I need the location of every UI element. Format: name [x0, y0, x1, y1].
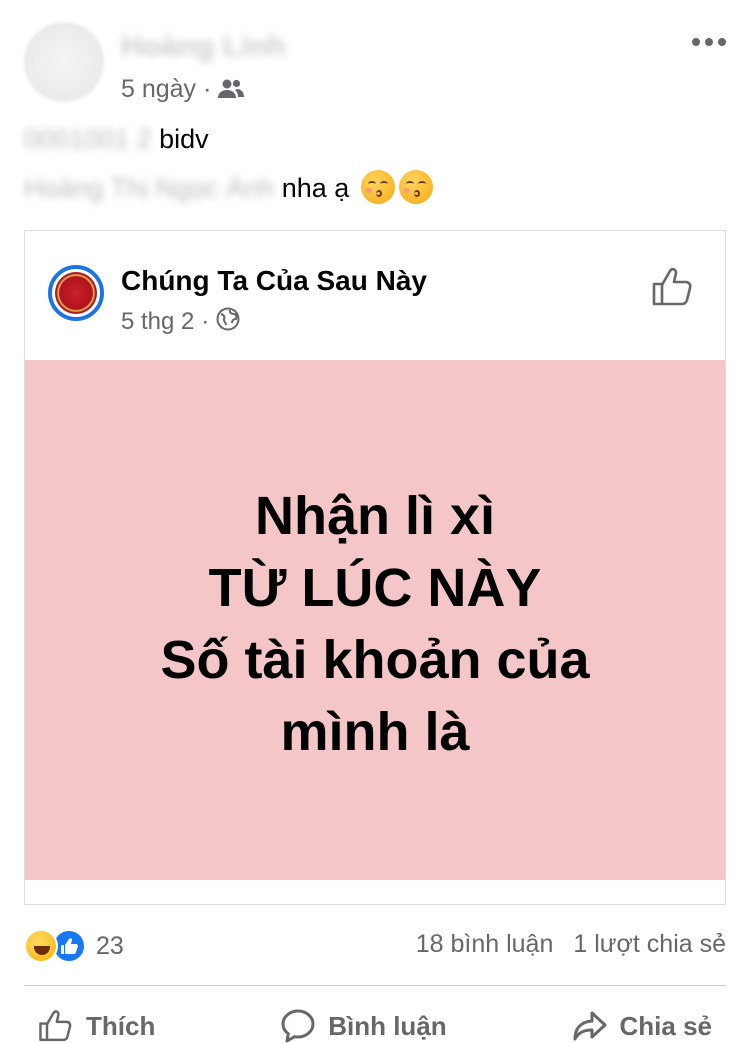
engagement-stats: 18 bình luận 1 lượt chia sẻ	[416, 930, 726, 959]
haha-icon	[24, 929, 58, 963]
post-image[interactable]: Nhận lì xì TỪ LÚC NÀY Số tài khoản của m…	[25, 360, 725, 880]
comment-label: Bình luận	[328, 1010, 447, 1041]
caption-hidden-text: Hoàng Thị Ngọc Ánh	[24, 173, 275, 203]
caption-line-1: 0001001 2 bidv	[24, 122, 209, 156]
divider	[24, 985, 726, 986]
globe-icon	[216, 307, 240, 338]
comment-icon	[280, 1008, 316, 1043]
page-name[interactable]: Chúng Ta Của Sau Này	[121, 265, 427, 297]
share-count[interactable]: 1 lượt chia sẻ	[573, 930, 726, 959]
shared-post-time[interactable]: 5 thg 2	[121, 308, 194, 336]
comment-count[interactable]: 18 bình luận	[416, 930, 554, 959]
image-text-line: Số tài khoản của	[160, 630, 590, 690]
share-label: Chia sẻ	[619, 1010, 713, 1041]
shared-post-card[interactable]: Chúng Ta Của Sau Này 5 thg 2 · Nhận lì x…	[24, 230, 726, 905]
post-actions: Thích Bình luận Chia sẻ	[24, 1004, 726, 1043]
post-meta: 5 ngày ·	[121, 74, 245, 104]
post-time[interactable]: 5 ngày	[121, 75, 196, 104]
meta-separator: ·	[203, 74, 212, 103]
image-text-line: TỪ LÚC NÀY	[208, 558, 542, 618]
comment-button[interactable]: Bình luận	[266, 1008, 460, 1043]
caption-text: bidv	[159, 124, 209, 154]
reaction-summary[interactable]: 23	[24, 928, 124, 964]
kissing-face-icon	[398, 170, 433, 204]
image-text-line: Nhận lì xì	[254, 486, 496, 546]
reaction-count: 23	[96, 931, 124, 960]
author-name[interactable]: Hoàng Linh	[121, 30, 301, 63]
thumbs-up-icon	[38, 1008, 74, 1043]
share-arrow-icon	[572, 1008, 608, 1043]
page-avatar[interactable]	[48, 265, 104, 321]
like-label: Thích	[86, 1010, 156, 1041]
image-text: Nhận lì xì TỪ LÚC NÀY Số tài khoản của m…	[160, 472, 589, 768]
kissing-face-icon	[360, 170, 395, 204]
share-button[interactable]: Chia sẻ	[558, 1008, 727, 1043]
caption-hidden-text: 0001001 2	[24, 124, 152, 154]
friends-icon	[218, 78, 245, 100]
meta-separator: ·	[201, 308, 210, 335]
caption-text: nha ạ	[281, 173, 350, 203]
like-button[interactable]: Thích	[24, 1008, 169, 1043]
image-text-line: mình là	[280, 702, 470, 762]
shared-post-meta: 5 thg 2 ·	[121, 307, 240, 337]
author-avatar[interactable]	[24, 22, 104, 102]
more-options-icon[interactable]	[692, 32, 726, 52]
caption-line-2: Hoàng Thị Ngọc Ánh nha ạ	[24, 170, 433, 205]
thumbs-up-icon[interactable]	[651, 265, 695, 309]
